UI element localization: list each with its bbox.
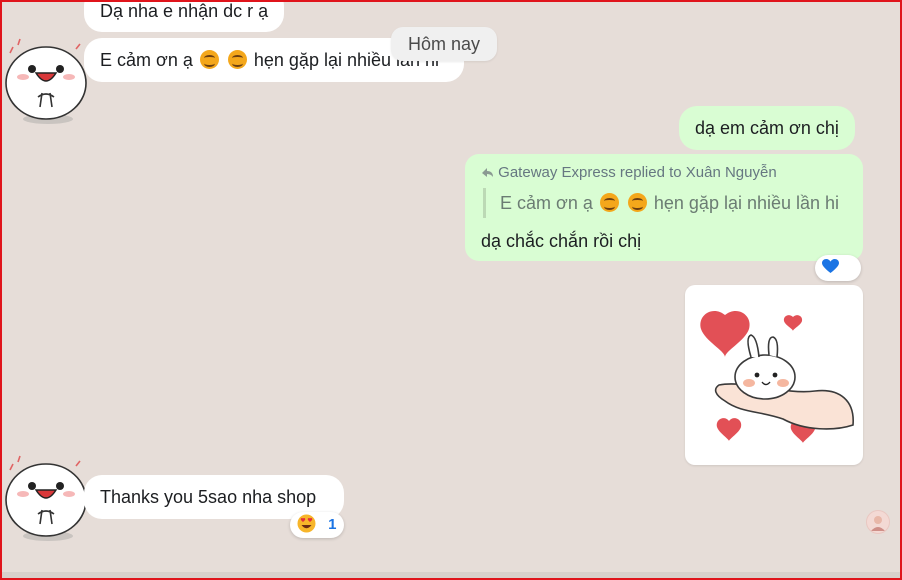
reply-header: Gateway Express replied to Xuân Nguyễn (498, 164, 777, 181)
cute-blob-avatar-icon (5, 38, 87, 124)
quoted-text: E cảm ơn ạ (500, 193, 593, 213)
cute-blob-avatar-icon (5, 455, 87, 541)
smiling-face-emoji-icon (199, 50, 219, 69)
avatar[interactable] (2, 452, 90, 544)
quoted-message[interactable]: E cảm ơn ạ hẹn gặp lại nhiều lần hi (483, 188, 849, 218)
scroll-edge (2, 572, 900, 578)
reaction-badge[interactable]: 1 (815, 255, 861, 302)
reaction-count: 1 (328, 516, 337, 533)
message-text: Dạ nha e nhận dc r ạ (100, 1, 269, 21)
bunny-hearts-sticker (700, 310, 854, 443)
message-bubble-partial[interactable]: Dạ nha e nhận dc r ạ (84, 1, 285, 32)
smiling-face-emoji-icon (227, 50, 247, 69)
heart-icon (822, 259, 839, 273)
smiling-face-emoji-icon (627, 193, 647, 212)
chat-window: Dạ nha e nhận dc r ạ E cảm ơn ạ hẹn gặp … (0, 0, 902, 580)
date-separator: Hôm nay (391, 27, 498, 61)
message-text: dạ chắc chắn rồi chị (481, 231, 642, 251)
message-text: dạ em cảm ơn chị (695, 118, 839, 138)
seen-avatar (866, 510, 890, 534)
sticker-message[interactable] (685, 285, 863, 465)
message-text: Thanks you 5sao nha shop (100, 487, 317, 507)
message-text: E cảm ơn ạ (100, 50, 193, 70)
reaction-badge[interactable]: 1 (290, 512, 344, 538)
heart-eyes-emoji-icon (297, 514, 316, 533)
quoted-text: hẹn gặp lại nhiều lần hi (653, 193, 840, 213)
smiling-face-emoji-icon (599, 193, 619, 212)
reply-message-bubble[interactable]: Gateway Express replied to Xuân Nguyễn E… (465, 154, 863, 261)
seen-avatar-icon (867, 511, 889, 533)
reply-arrow-icon (482, 168, 493, 177)
message-bubble-outgoing[interactable]: dạ em cảm ơn chị (679, 106, 855, 150)
avatar[interactable] (2, 35, 90, 127)
